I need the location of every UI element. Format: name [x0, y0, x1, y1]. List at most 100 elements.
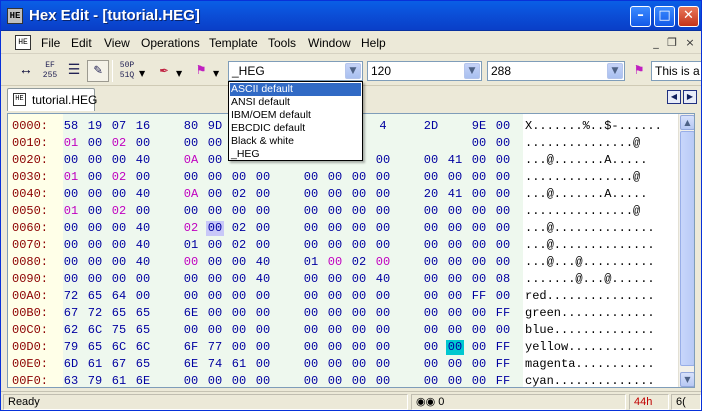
hex-byte[interactable]: 00 — [206, 374, 224, 387]
hex-byte[interactable]: 00 — [350, 238, 368, 253]
hex-row[interactable]: 00B0: 67 72 65 65 6E 00 00 00 00 00 00 00 00 00 00 FF gre… — [8, 304, 678, 321]
hex-byte[interactable]: 00 — [446, 357, 464, 372]
ascii-text[interactable]: ...@.............. — [525, 238, 655, 252]
menu-file[interactable]: File — [41, 36, 60, 50]
hex-row[interactable]: 0050: 01 00 02 00 00 00 00 00 00 00 00 00 00 00 00 00...… — [8, 202, 678, 219]
hex-byte[interactable]: 00 — [86, 255, 104, 270]
hex-byte[interactable]: 00 — [230, 170, 248, 185]
bookmark-flag-icon[interactable]: ⚑ — [628, 60, 650, 82]
highlight-dropdown-arrow-icon[interactable]: ▼ — [176, 69, 182, 78]
hex-byte[interactable]: 00 — [422, 357, 440, 372]
hex-byte[interactable]: 00 — [326, 340, 344, 355]
hex-byte[interactable]: 00 — [350, 221, 368, 236]
hex-byte[interactable]: 00 — [446, 340, 464, 355]
hex-byte[interactable]: 6E — [134, 374, 152, 387]
menu-operations[interactable]: Operations — [141, 36, 200, 50]
hex-byte[interactable]: 79 — [86, 374, 104, 387]
hex-byte[interactable]: 00 — [302, 289, 320, 304]
hex-byte[interactable]: 00 — [374, 170, 392, 185]
notepad-icon[interactable]: ☰ — [63, 60, 85, 82]
hex-byte[interactable]: 00 — [494, 204, 512, 219]
hex-byte[interactable]: 00 — [374, 323, 392, 338]
scheme-option[interactable]: EBCDIC default — [230, 122, 361, 135]
hex-byte[interactable]: 00 — [494, 170, 512, 185]
number-select[interactable]: 120 ▼ — [367, 61, 482, 81]
hex-byte[interactable]: 0A — [182, 153, 200, 168]
hex-byte[interactable]: 00 — [422, 255, 440, 270]
hex-byte[interactable]: 00 — [350, 306, 368, 321]
hex-byte[interactable]: 00 — [182, 374, 200, 387]
hex-byte[interactable]: 41 — [446, 153, 464, 168]
hex-byte[interactable]: 00 — [422, 272, 440, 287]
hex-byte[interactable]: 6E — [182, 306, 200, 321]
hex-byte[interactable]: 61 — [110, 374, 128, 387]
hex-byte[interactable]: 00 — [326, 221, 344, 236]
hex-byte[interactable]: 00 — [62, 221, 80, 236]
hex-byte[interactable]: 80 — [182, 119, 200, 134]
hex-byte[interactable]: 00 — [446, 272, 464, 287]
hex-byte[interactable]: 00 — [254, 221, 272, 236]
hex-byte[interactable]: 40 — [254, 255, 272, 270]
hex-byte[interactable]: 00 — [254, 187, 272, 202]
number-select-2[interactable]: 288 ▼ — [487, 61, 625, 81]
decimal-display-icon[interactable]: 50P 51Q — [116, 60, 138, 82]
hex-byte[interactable]: 65 — [134, 357, 152, 372]
ascii-text[interactable]: ...@.......A..... — [525, 187, 647, 201]
chevron-down-icon[interactable]: ▼ — [607, 63, 623, 79]
hex-byte[interactable]: 00 — [470, 221, 488, 236]
hex-byte[interactable]: 6C — [86, 323, 104, 338]
menu-help[interactable]: Help — [361, 36, 386, 50]
hex-row[interactable]: 00D0: 79 65 6C 6C 6F 77 00 00 00 00 00 00 00 00 00 FF yel… — [8, 338, 678, 355]
hex-byte[interactable]: 01 — [62, 136, 80, 151]
ascii-text[interactable]: green............. — [525, 306, 655, 320]
hex-byte[interactable]: 00 — [470, 170, 488, 185]
hex-byte[interactable] — [446, 136, 464, 151]
hex-byte[interactable]: 00 — [62, 272, 80, 287]
hex-byte[interactable]: 00 — [374, 187, 392, 202]
hex-byte[interactable]: 00 — [470, 204, 488, 219]
hex-row[interactable]: 00C0: 62 6C 75 65 00 00 00 00 00 00 00 00 00 00 00 00 blu… — [8, 321, 678, 338]
hex-byte[interactable]: 00 — [494, 153, 512, 168]
hex-byte[interactable]: 00 — [302, 340, 320, 355]
hex-byte[interactable]: 00 — [326, 306, 344, 321]
hex-byte[interactable]: 40 — [134, 221, 152, 236]
hex-byte[interactable]: 00 — [470, 187, 488, 202]
hex-byte[interactable]: 00 — [182, 272, 200, 287]
hex-byte[interactable]: 00 — [326, 272, 344, 287]
hex-byte[interactable]: 00 — [422, 323, 440, 338]
hex-row[interactable]: 0070: 00 00 00 40 01 00 02 00 00 00 00 00 00 00 00 00...… — [8, 236, 678, 253]
hex-byte[interactable]: 00 — [110, 255, 128, 270]
hex-byte[interactable]: 08 — [494, 272, 512, 287]
hex-byte[interactable]: 00 — [422, 153, 440, 168]
hex-byte[interactable]: 9D — [206, 119, 224, 134]
hex-byte[interactable]: 02 — [230, 221, 248, 236]
hex-byte[interactable]: 01 — [62, 204, 80, 219]
ascii-text[interactable]: ...............@ — [525, 204, 640, 218]
dec-dropdown-arrow-icon[interactable]: ▼ — [139, 69, 145, 78]
hex-byte[interactable]: 00 — [374, 238, 392, 253]
hex-byte[interactable]: 00 — [110, 187, 128, 202]
hex-byte[interactable]: 40 — [254, 272, 272, 287]
hex-byte[interactable]: 6C — [134, 340, 152, 355]
hex-byte[interactable]: 00 — [134, 136, 152, 151]
hex-byte[interactable]: 00 — [206, 238, 224, 253]
hex-byte[interactable]: 00 — [374, 357, 392, 372]
hex-byte[interactable]: 00 — [470, 272, 488, 287]
hex-byte[interactable]: 00 — [422, 306, 440, 321]
scroll-down-icon[interactable]: ▼ — [680, 372, 694, 387]
hex-byte[interactable]: 00 — [374, 340, 392, 355]
hex-byte[interactable]: 00 — [422, 289, 440, 304]
hex-byte[interactable]: 00 — [422, 340, 440, 355]
hex-byte[interactable]: 72 — [86, 306, 104, 321]
hex-byte[interactable]: 00 — [326, 187, 344, 202]
ascii-text[interactable]: magenta........... — [525, 357, 655, 371]
hex-byte[interactable]: 63 — [62, 374, 80, 387]
hex-byte[interactable]: 00 — [494, 289, 512, 304]
hex-row[interactable]: 0040: 00 00 00 40 0A 00 02 00 00 00 00 00 20 41 00 00...… — [8, 185, 678, 202]
hex-byte[interactable]: 65 — [134, 323, 152, 338]
scheme-option[interactable]: ANSI default — [230, 96, 361, 109]
document-icon[interactable]: HE — [15, 35, 31, 50]
hex-byte[interactable]: 00 — [230, 204, 248, 219]
hex-byte[interactable]: 58 — [62, 119, 80, 134]
hex-byte[interactable]: 00 — [110, 272, 128, 287]
